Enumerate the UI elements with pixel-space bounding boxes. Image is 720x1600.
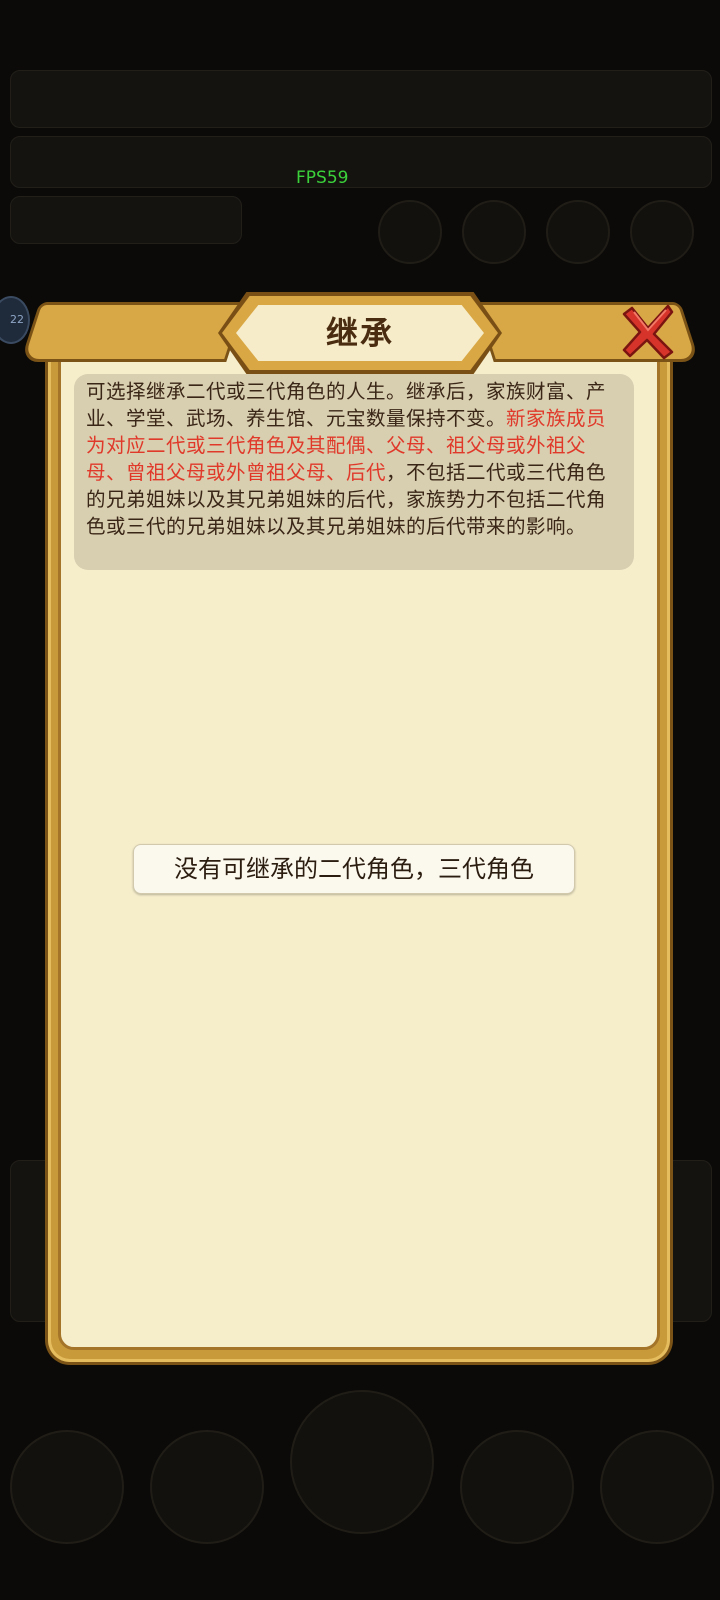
bg-menu-icon xyxy=(378,200,442,264)
title-ribbon-left xyxy=(20,302,246,362)
empty-state-message: 没有可继承的二代角色，三代角色 xyxy=(133,844,575,894)
close-button[interactable] xyxy=(618,302,676,360)
bg-nav-icon xyxy=(290,1390,434,1534)
bg-nav-icon xyxy=(10,1430,124,1544)
bg-menu-icon xyxy=(630,200,694,264)
bg-menu-icon xyxy=(546,200,610,264)
bg-top-bar xyxy=(10,70,712,128)
bg-tab-bar xyxy=(10,196,242,244)
bg-resource-bar xyxy=(10,136,712,188)
bg-nav-icon xyxy=(600,1430,714,1544)
bg-nav-icon xyxy=(460,1430,574,1544)
close-x-icon xyxy=(622,304,674,360)
bg-menu-icon xyxy=(462,200,526,264)
dialog-title: 继承 xyxy=(325,314,394,352)
bg-nav-icon xyxy=(150,1430,264,1544)
fps-counter: FPS59 xyxy=(296,168,349,188)
inherit-description: 可选择继承二代或三代角色的人生。继承后，家族财富、产业、学堂、武场、养生馆、元宝… xyxy=(74,374,634,570)
